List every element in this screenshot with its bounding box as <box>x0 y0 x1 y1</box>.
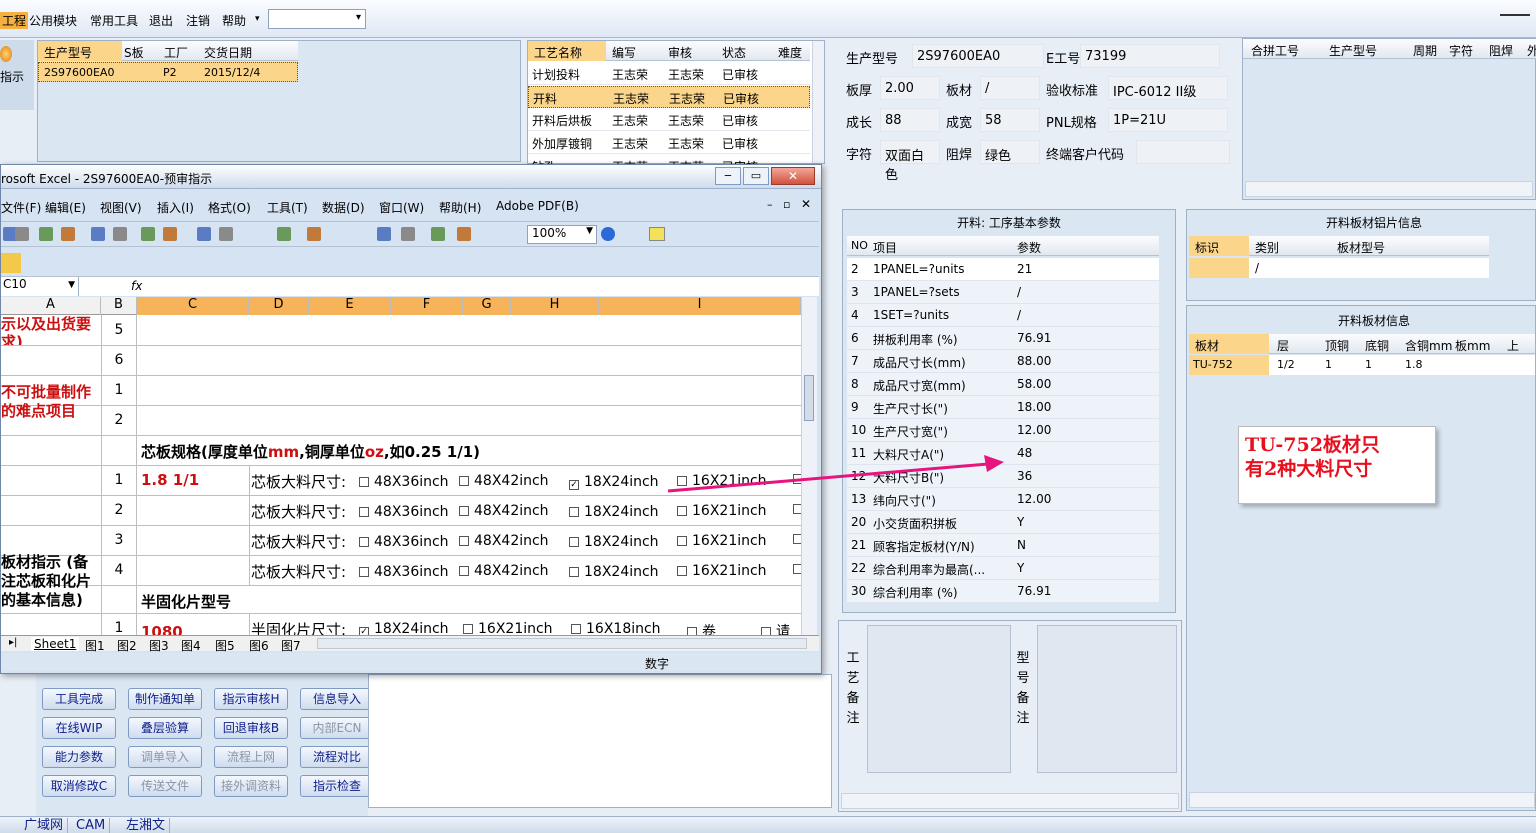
taskbar-wan[interactable]: 广域网 <box>20 818 69 833</box>
taskbar: 广域网 CAM 左湘文 <box>0 816 1536 833</box>
arrow-line <box>667 462 989 493</box>
callout-line2: 有2种大料尺寸 <box>1245 458 1373 480</box>
taskbar-user[interactable]: 左湘文 <box>122 818 171 833</box>
annotation-callout: TU-752板材只 有2种大料尺寸 <box>1238 426 1436 504</box>
callout-line1: TU-752板材只 <box>1245 434 1380 456</box>
taskbar-cam[interactable]: CAM <box>72 818 111 833</box>
arrow-head <box>984 455 1004 472</box>
annotation-arrow <box>667 455 1004 493</box>
